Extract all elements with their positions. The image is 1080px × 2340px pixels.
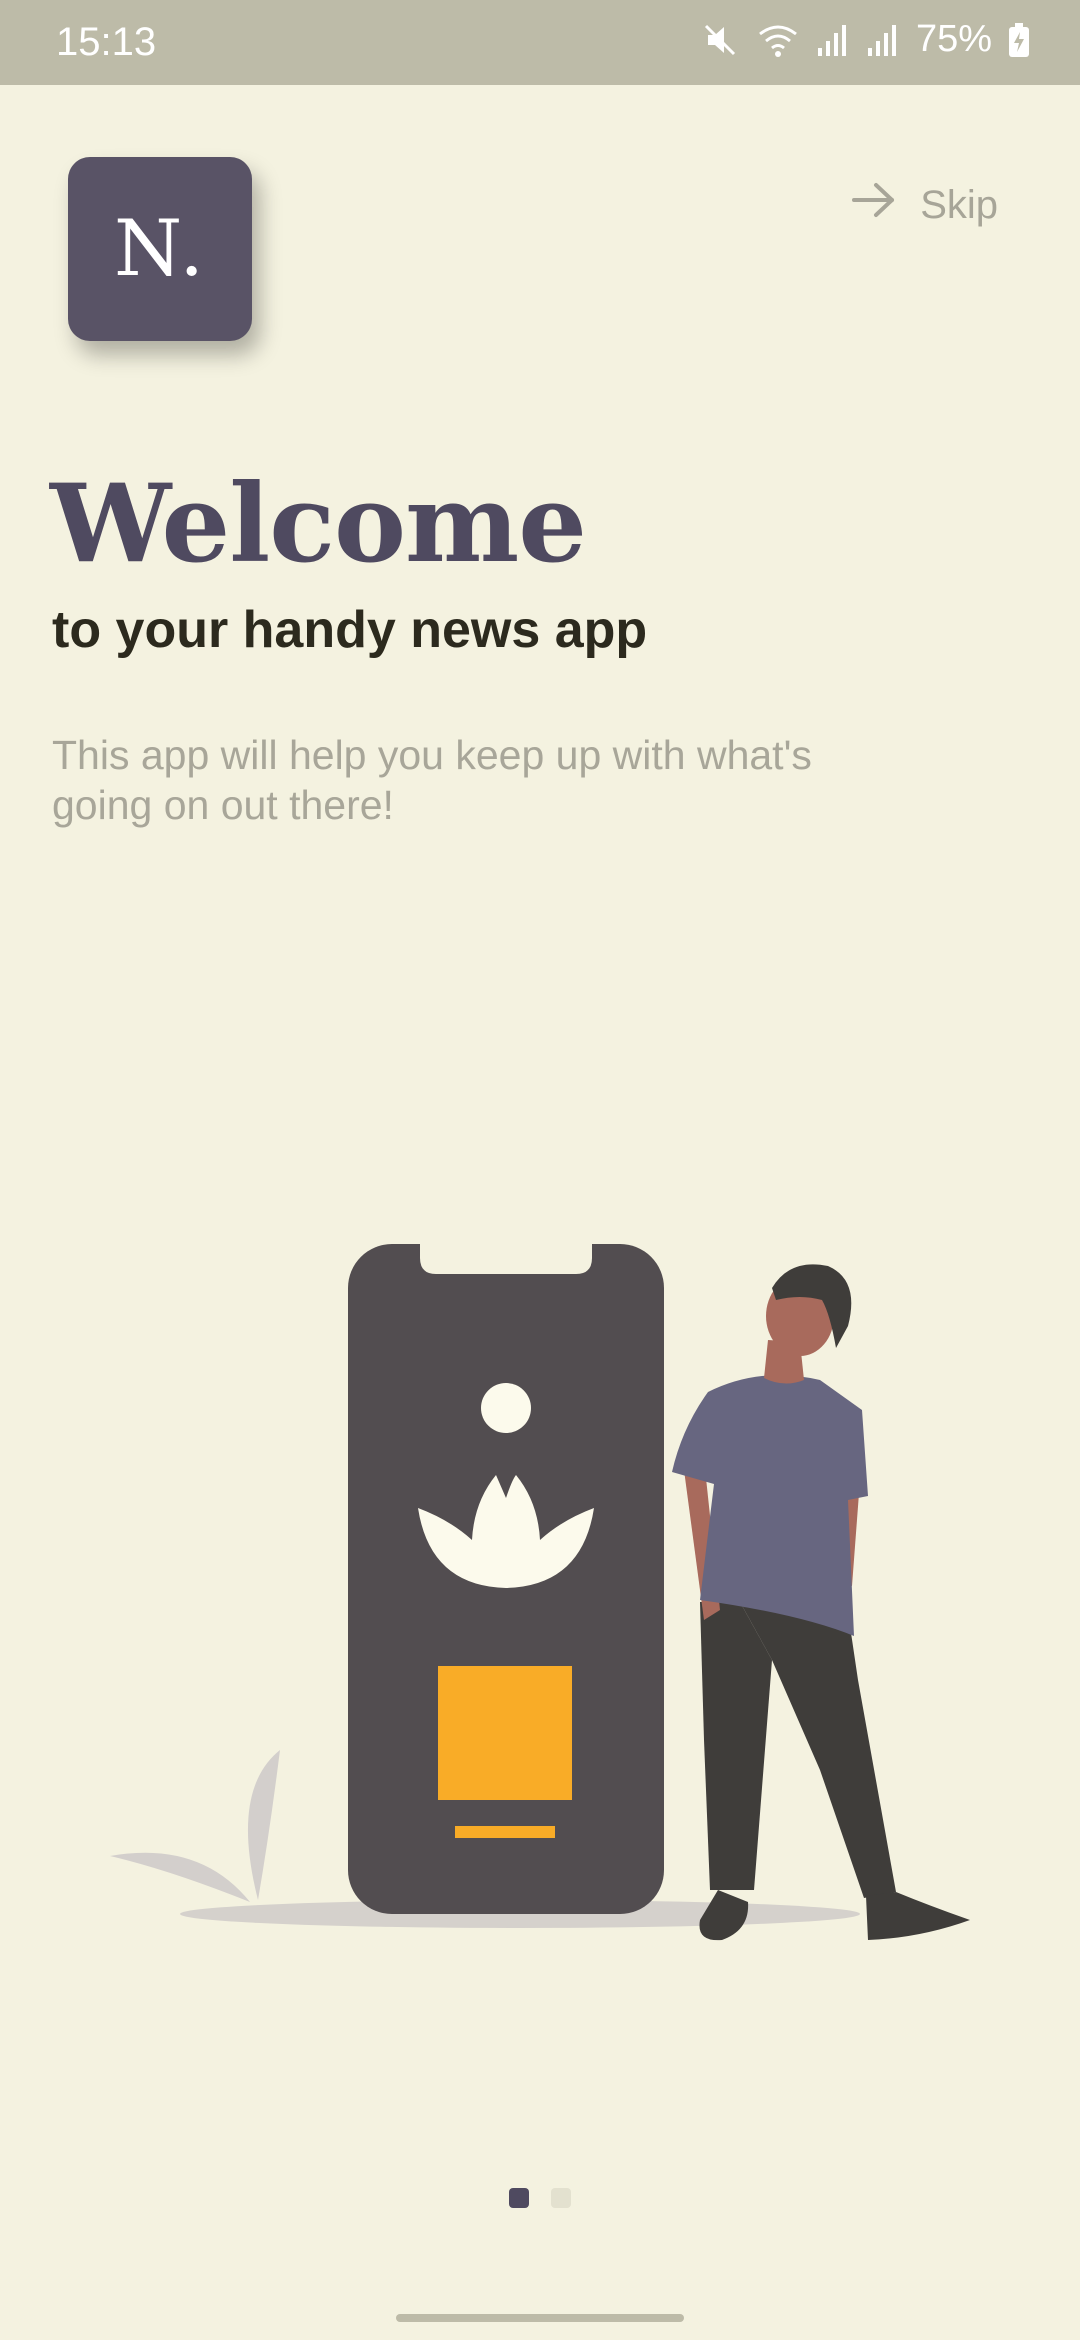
plant-leaf-1 — [247, 1750, 280, 1900]
person-leg-left — [700, 1602, 772, 1890]
battery-charging-icon — [1008, 22, 1030, 58]
status-bar: 15:13 75% — [0, 0, 1080, 85]
phone-notch — [420, 1244, 592, 1274]
phone-orange-block — [438, 1666, 572, 1800]
person-shoe-right — [866, 1892, 970, 1940]
page-dot-1[interactable] — [509, 2188, 529, 2208]
status-icons: 75% — [700, 18, 1030, 61]
onboarding-illustration — [100, 1230, 980, 1995]
arrow-right-icon — [850, 180, 898, 230]
home-indicator[interactable] — [396, 2314, 684, 2322]
welcome-title: Welcome — [50, 461, 587, 587]
status-time: 15:13 — [56, 20, 157, 64]
skip-button[interactable]: Skip — [850, 180, 998, 230]
plant-leaf-2 — [110, 1852, 250, 1902]
page-indicator — [0, 2188, 1080, 2208]
signal-icon-2 — [866, 20, 900, 60]
illustration-svg — [110, 1244, 970, 1941]
welcome-description: This app will help you keep up with what… — [52, 732, 812, 828]
wifi-icon — [756, 20, 800, 60]
welcome-subtitle: to your handy news app — [52, 601, 648, 659]
signal-icon — [816, 20, 850, 60]
mute-icon — [700, 20, 740, 60]
person-shoe-left — [699, 1890, 749, 1941]
page-dot-2[interactable] — [551, 2188, 571, 2208]
phone-circle — [481, 1383, 531, 1433]
app-logo: N. — [68, 157, 252, 341]
logo-text: N. — [113, 204, 207, 294]
skip-label: Skip — [920, 182, 998, 227]
battery-level: 75% — [915, 18, 992, 60]
phone-orange-bar — [455, 1826, 555, 1838]
